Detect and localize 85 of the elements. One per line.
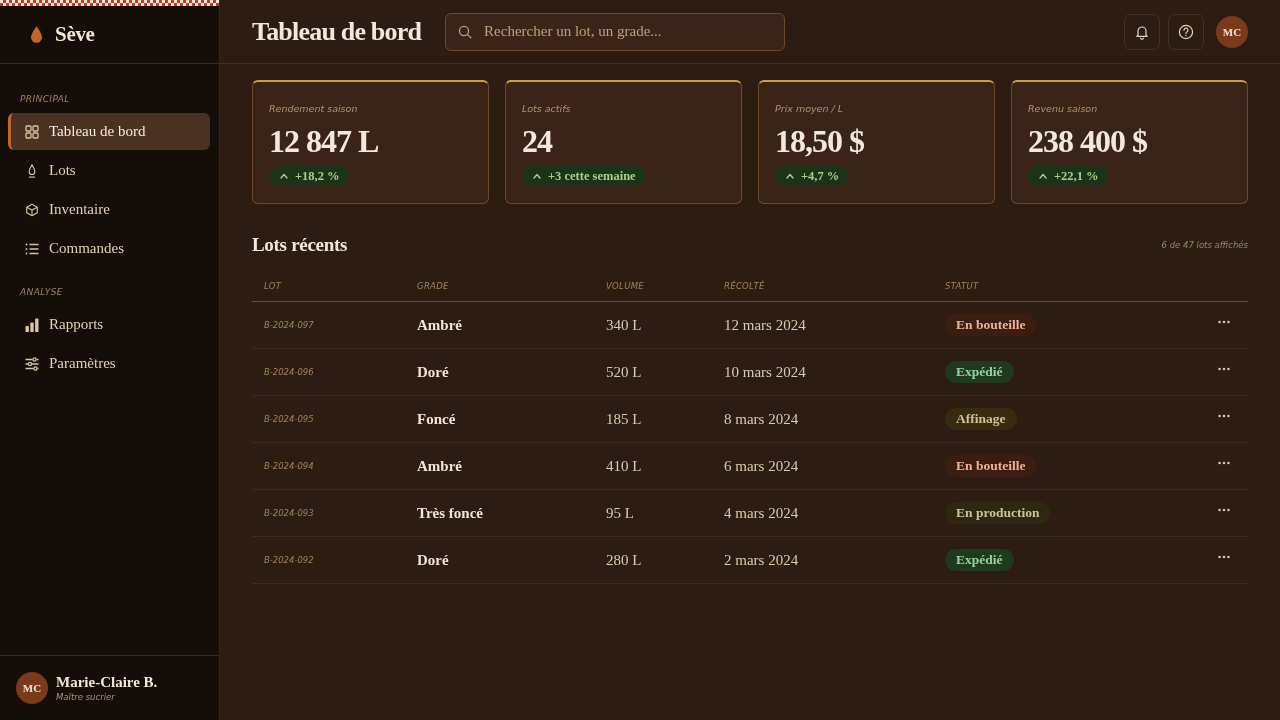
volume-value: 95 L: [606, 504, 634, 522]
bar-chart-icon: [25, 317, 39, 332]
lot-number: B-2024-093: [264, 508, 314, 518]
trend-value: +22,1 %: [1054, 168, 1099, 184]
status-tag: Affinage: [945, 408, 1017, 430]
stat-value: 238 400 $: [1028, 122, 1147, 160]
harvest-date: 6 mars 2024: [724, 457, 799, 475]
help-icon: [1178, 23, 1194, 40]
nav-item[interactable]: Inventaire: [8, 191, 210, 228]
lot-number: B-2024-092: [264, 555, 314, 565]
volume-value: 410 L: [606, 457, 642, 475]
grade-name: Ambré: [417, 457, 462, 475]
lot-number: B-2024-094: [264, 461, 314, 471]
harvest-date: 8 mars 2024: [724, 410, 799, 428]
trend-value: +18,2 %: [295, 168, 340, 184]
column-header: RÉCOLTÉ: [724, 280, 765, 291]
trend-value: +4,7 %: [801, 168, 840, 184]
grid-icon: [25, 124, 39, 139]
list-icon: [25, 241, 39, 256]
status-tag: En bouteille: [945, 314, 1037, 336]
chevron-up-icon: [533, 173, 541, 179]
user-name: Marie-Claire B.: [56, 674, 158, 691]
harvest-date: 2 mars 2024: [724, 551, 799, 569]
column-header: VOLUME: [606, 280, 644, 291]
status-tag: En production: [945, 502, 1051, 524]
more-icon: [1218, 414, 1230, 418]
stat-label: Rendement saison: [269, 102, 358, 116]
stat-label: Revenu saison: [1028, 102, 1098, 116]
volume-value: 520 L: [606, 363, 642, 381]
nav-item[interactable]: Lots: [8, 152, 210, 189]
status-tag: Expédié: [945, 549, 1014, 571]
grade-name: Ambré: [417, 316, 462, 334]
grade-name: Doré: [417, 551, 449, 569]
more-icon: [1218, 508, 1230, 512]
nav-item[interactable]: Tableau de bord: [8, 113, 210, 150]
sliders-icon: [25, 356, 39, 371]
harvest-date: 10 mars 2024: [724, 363, 806, 381]
section-heading: PRINCIPAL: [19, 93, 70, 106]
search-field[interactable]: Rechercher un lot, un grade...: [445, 12, 786, 51]
notifications-button[interactable]: [1124, 13, 1160, 50]
volume-value: 185 L: [606, 410, 642, 428]
chevron-up-icon: [786, 173, 794, 179]
status-tag: Expédié: [945, 361, 1014, 383]
section-heading: ANALYSE: [18, 286, 63, 299]
stat-value: 12 847 L: [269, 122, 379, 160]
user-avatar[interactable]: MC: [16, 672, 48, 704]
lot-number: B-2024-095: [264, 414, 314, 424]
stat-value: 18,50 $: [775, 122, 864, 160]
brand-name: Sève: [55, 22, 95, 47]
lot-number: B-2024-097: [264, 320, 314, 330]
nav-item[interactable]: Paramètres: [8, 345, 210, 382]
column-header: LOT: [264, 280, 282, 291]
lots-count: 6 de 47 lots affichés: [1161, 240, 1248, 250]
user-avatar[interactable]: MC: [1216, 15, 1248, 48]
nav-item[interactable]: Commandes: [8, 230, 210, 267]
harvest-date: 12 mars 2024: [724, 316, 806, 334]
chevron-up-icon: [280, 173, 288, 179]
column-header: STATUT: [945, 280, 979, 291]
grade-name: Foncé: [417, 410, 456, 428]
more-icon: [1218, 367, 1230, 371]
volume-value: 340 L: [606, 316, 642, 334]
trend-value: +3 cette semaine: [548, 168, 636, 184]
harvest-date: 4 mars 2024: [724, 504, 799, 522]
bell-icon: [1134, 23, 1150, 40]
nav-item[interactable]: Rapports: [8, 306, 210, 343]
page-title: Tableau de bord: [252, 16, 422, 47]
stat-value: 24: [522, 122, 552, 160]
volume-value: 280 L: [606, 551, 642, 569]
column-header: GRADE: [417, 280, 449, 291]
chevron-up-icon: [1039, 173, 1047, 179]
stat-label: Lots actifs: [522, 102, 571, 116]
stat-label: Prix moyen / L: [775, 102, 843, 116]
grade-name: Doré: [417, 363, 449, 381]
user-role: Maître sucrier: [56, 692, 115, 702]
lot-number: B-2024-096: [264, 367, 314, 377]
search-icon: [458, 24, 473, 39]
drop-logo-icon: [31, 26, 42, 43]
more-icon: [1218, 461, 1230, 465]
cube-icon: [25, 202, 39, 217]
more-icon: [1218, 320, 1230, 324]
section-title: Lots récents: [252, 233, 348, 257]
help-button[interactable]: [1168, 13, 1204, 50]
more-icon: [1218, 555, 1230, 559]
grade-name: Très foncé: [417, 504, 483, 522]
status-tag: En bouteille: [945, 455, 1037, 477]
